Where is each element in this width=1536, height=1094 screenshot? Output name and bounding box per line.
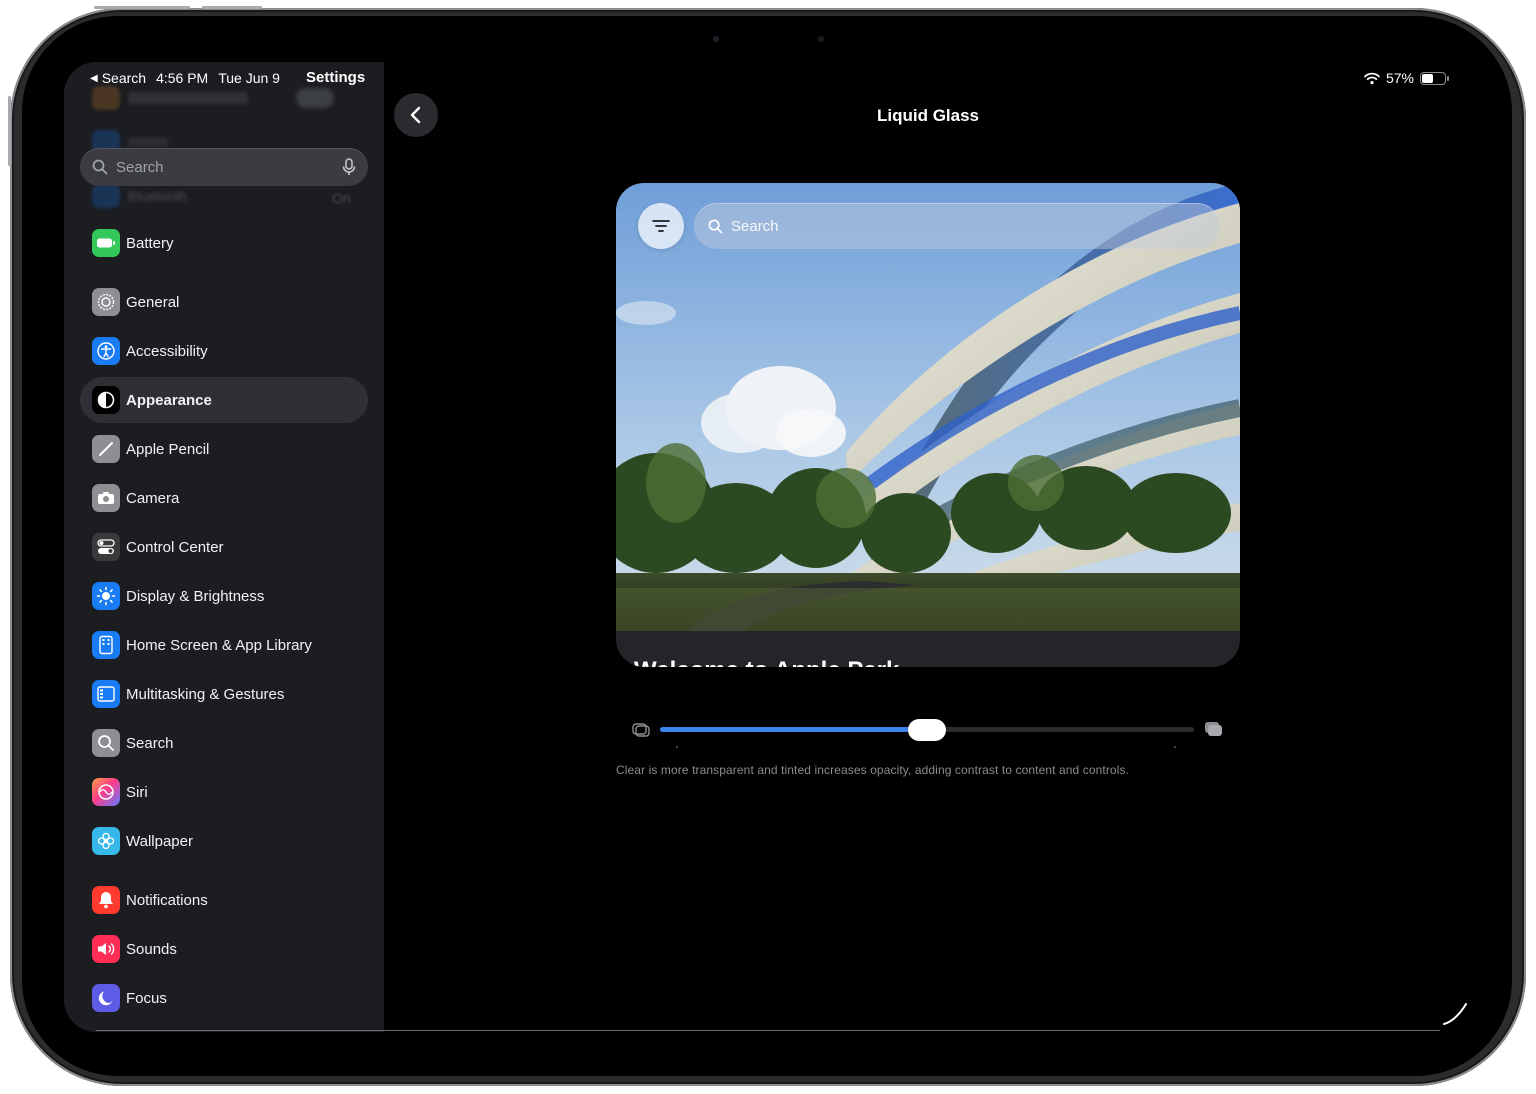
sidebar-item-apple-pencil[interactable]: Apple Pencil: [80, 426, 368, 472]
apple-park-photo: [616, 183, 1240, 631]
sensor: [818, 36, 824, 42]
sidebar-item-general[interactable]: General: [80, 279, 368, 325]
sidebar-item-bluetooth[interactable]: Bluetooth: [92, 184, 187, 208]
front-camera: [713, 36, 719, 42]
back-to-app-icon[interactable]: ◀: [90, 73, 98, 84]
battery-level: [1422, 73, 1433, 83]
siri-icon: [92, 778, 120, 806]
toggles-icon: [92, 533, 120, 561]
liquid-glass-preview: Search Welcome to Apple Park: [616, 183, 1240, 667]
search-icon: [708, 219, 723, 233]
sidebar-item-search[interactable]: Search: [80, 720, 368, 766]
search-icon: [92, 159, 108, 175]
preview-caption: Welcome to Apple Park: [634, 657, 899, 667]
sidebar-item-focus[interactable]: Focus: [80, 975, 368, 1021]
appearance-icon: [92, 386, 120, 414]
slider-track[interactable]: [660, 719, 1194, 748]
sidebar-item-camera[interactable]: Camera: [80, 475, 368, 521]
clear-glass-icon: [632, 723, 650, 737]
scrolled-content-ghost: [296, 88, 334, 108]
sidebar-item-notifications[interactable]: Notifications: [80, 877, 368, 923]
status-date: Tue Jun 9: [218, 70, 280, 86]
sidebar-item-sounds[interactable]: Sounds: [80, 926, 368, 972]
multitasking-icon: [92, 680, 120, 708]
slider-fill: [660, 727, 927, 732]
sidebar-item-accessibility[interactable]: Accessibility: [80, 328, 368, 374]
volume-button: [94, 6, 190, 9]
home-screen-icon: [92, 631, 120, 659]
slider-tick: [1174, 746, 1176, 748]
preview-search-field[interactable]: Search: [694, 203, 1220, 249]
glass-style-slider[interactable]: [632, 717, 1224, 748]
settings-sidebar: Bluetooth On ◀ Search 4:56 PM Tue Jun 9 …: [64, 62, 384, 1032]
battery-percent: 57%: [1385, 70, 1414, 86]
back-to-app-link[interactable]: Search: [102, 70, 146, 86]
accessibility-icon: [92, 337, 120, 365]
wifi-icon: [1364, 72, 1380, 84]
bottom-divider: [96, 1030, 1440, 1031]
microphone-icon[interactable]: [342, 158, 356, 176]
sidebar-item-home-screen[interactable]: Home Screen & App Library: [80, 622, 368, 668]
preview-search-placeholder: Search: [731, 217, 779, 235]
scrolled-content-ghost: [92, 86, 248, 110]
status-bar-left: ◀ Search 4:56 PM Tue Jun 9: [90, 69, 280, 87]
detail-pane: Liquid Glass 57% Search Clear is more tr…: [384, 62, 1464, 1032]
slider-thumb[interactable]: [908, 719, 946, 741]
bluetooth-status: On: [332, 190, 351, 206]
filter-icon: [652, 220, 670, 232]
slider-tick: [676, 746, 678, 748]
camera-icon: [92, 484, 120, 512]
sidebar-item-appearance[interactable]: Appearance: [80, 377, 368, 423]
tinted-glass-icon: [1205, 722, 1222, 736]
sidebar-item-display-brightness[interactable]: Display & Brightness: [80, 573, 368, 619]
sidebar-item-battery[interactable]: Battery: [80, 220, 368, 266]
speaker-icon: [92, 935, 120, 963]
status-time: 4:56 PM: [156, 70, 209, 86]
pencil-stroke-mark: [1443, 1003, 1467, 1025]
gear-icon: [92, 288, 120, 316]
sidebar-title: Settings: [306, 69, 366, 86]
search-icon: [92, 729, 120, 757]
volume-button: [202, 6, 262, 9]
sidebar-item-multitasking[interactable]: Multitasking & Gestures: [80, 671, 368, 717]
battery-status-icon: [1420, 71, 1449, 85]
top-button: [8, 96, 11, 166]
sun-icon: [92, 582, 120, 610]
screen: Bluetooth On ◀ Search 4:56 PM Tue Jun 9 …: [64, 62, 1464, 1032]
battery-icon: [92, 229, 120, 257]
bell-icon: [92, 886, 120, 914]
sidebar-item-siri[interactable]: Siri: [80, 769, 368, 815]
page-title: Liquid Glass: [876, 106, 980, 125]
moon-icon: [92, 984, 120, 1012]
filter-button[interactable]: [638, 203, 684, 249]
sidebar-item-control-center[interactable]: Control Center: [80, 524, 368, 570]
sidebar-search-input[interactable]: Search: [80, 148, 368, 186]
sidebar-item-wallpaper[interactable]: Wallpaper: [80, 818, 368, 864]
slider-description: Clear is more transparent and tinted inc…: [616, 763, 1129, 777]
search-placeholder: Search: [116, 158, 164, 176]
status-bar-right: 57%: [1364, 70, 1449, 86]
flower-icon: [92, 827, 120, 855]
pencil-icon: [92, 435, 120, 463]
